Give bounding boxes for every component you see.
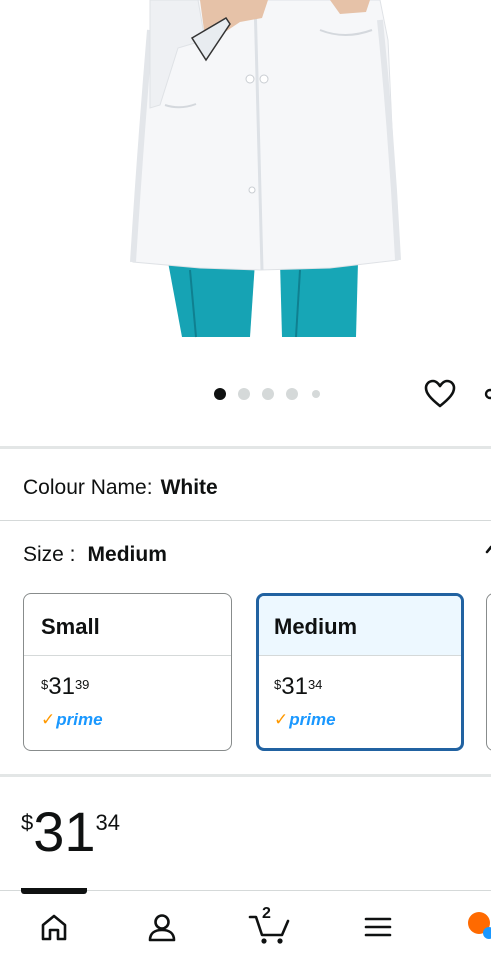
carousel-dots [214, 388, 332, 400]
carousel-dot[interactable] [238, 388, 250, 400]
size-option-name: Small [24, 594, 231, 656]
hamburger-menu-icon [364, 917, 392, 937]
product-image[interactable] [0, 0, 491, 340]
prime-badge-text: prime [289, 710, 336, 729]
prime-check-icon: ✓ [41, 710, 56, 729]
size-label: Size : [23, 543, 76, 566]
size-option-medium[interactable]: Medium $3134 ✓ prime [256, 593, 464, 751]
carousel-dot[interactable] [262, 388, 274, 400]
chevron-up-icon[interactable] [484, 542, 491, 556]
price-fraction: 39 [74, 677, 90, 692]
cart-count-badge: 2 [262, 905, 271, 922]
product-price: $3134 [21, 802, 120, 862]
price-whole: 31 [281, 673, 308, 700]
price-whole: 31 [33, 800, 96, 863]
section-divider [0, 774, 491, 777]
nav-account[interactable] [142, 907, 182, 947]
home-icon [41, 914, 67, 941]
size-option-price: $3134 [274, 674, 461, 700]
prime-check-icon: ✓ [274, 710, 289, 729]
nav-menu[interactable] [358, 907, 398, 947]
carousel-dot[interactable] [312, 390, 320, 398]
price-fraction: 34 [95, 810, 121, 835]
price-currency: $ [21, 810, 34, 835]
size-selection: Size : Medium [23, 543, 167, 567]
nav-cart[interactable]: 2 [248, 905, 292, 947]
colour-value: White [160, 476, 218, 499]
size-option-price: $3139 [41, 674, 231, 700]
colour-selection: Colour Name: White [23, 476, 218, 500]
size-option-small[interactable]: Small $3139 ✓ prime [23, 593, 232, 751]
wishlist-heart-button[interactable] [422, 376, 458, 412]
bottom-navigation-bar: 2 [0, 890, 491, 960]
section-divider [0, 446, 491, 449]
user-icon [148, 914, 176, 942]
nav-ai-assistant[interactable] [462, 907, 491, 947]
price-currency: $ [41, 677, 49, 692]
image-carousel-controls [0, 370, 491, 418]
price-whole: 31 [48, 673, 75, 700]
size-option-name: Medium [259, 596, 461, 656]
colour-label: Colour Name: [23, 476, 153, 499]
size-option-next-partial[interactable] [486, 593, 491, 751]
prime-badge-text: prime [56, 710, 103, 729]
nav-active-indicator [21, 888, 87, 894]
prime-badge: ✓ prime [41, 710, 231, 730]
share-button[interactable] [480, 380, 491, 408]
size-value: Medium [87, 543, 167, 566]
lab-coat-illustration [130, 0, 401, 338]
heart-icon [424, 379, 456, 408]
share-icon [484, 388, 491, 400]
price-fraction: 34 [307, 677, 323, 692]
prime-badge: ✓ prime [274, 710, 461, 730]
carousel-dot[interactable] [214, 388, 226, 400]
ai-assistant-icon [468, 912, 491, 939]
product-page: Colour Name: White Size : Medium Small $31… [0, 0, 491, 960]
price-currency: $ [274, 677, 282, 692]
section-divider [0, 520, 491, 521]
carousel-dot[interactable] [286, 388, 298, 400]
nav-home[interactable] [34, 907, 74, 947]
